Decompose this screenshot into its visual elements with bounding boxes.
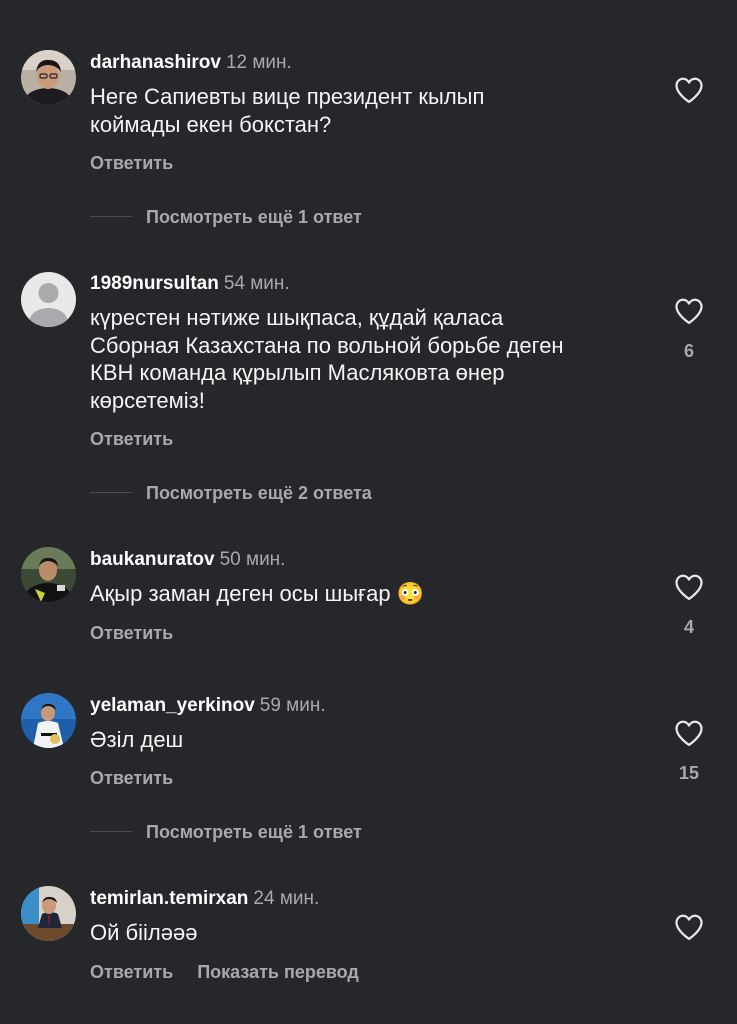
comment-text: Неге Сапиевты вице президент кылып койма… (90, 83, 650, 138)
timestamp: 24 мин. (253, 888, 320, 909)
username[interactable]: 1989nursultan (90, 273, 219, 294)
username[interactable]: temirlan.temirxan (90, 888, 248, 909)
heart-outline-icon[interactable] (674, 297, 704, 325)
default-avatar-icon[interactable] (21, 272, 76, 327)
divider-line (90, 831, 132, 833)
view-more-replies-button[interactable]: Посмотреть ещё 1 ответ (90, 206, 362, 228)
username[interactable]: darhanashirov (90, 52, 221, 73)
comment-header: darhanashirov 12 мин. (90, 51, 292, 75)
like-count: 4 (683, 617, 694, 637)
comment-text: Әзіл деш (90, 726, 650, 754)
like-group: 4 (672, 573, 706, 637)
timestamp: 50 мин. (219, 549, 286, 570)
heart-outline-icon[interactable] (674, 76, 704, 104)
avatar[interactable] (21, 693, 76, 748)
comment-header: yelaman_yerkinov 59 мин. (90, 694, 326, 718)
heart-outline-icon[interactable] (674, 719, 704, 747)
reply-button[interactable]: Ответить (90, 153, 173, 173)
reply-button[interactable]: Ответить (90, 623, 173, 643)
view-more-replies-label: Посмотреть ещё 1 ответ (146, 822, 362, 842)
comment-actions: Ответить (90, 428, 173, 450)
heart-outline-icon[interactable] (674, 573, 704, 601)
comment-text-line: көрсетеміз! (90, 387, 205, 413)
comment-header: baukanuratov 50 мин. (90, 548, 285, 572)
like-group (672, 913, 706, 957)
reply-button[interactable]: Ответить (90, 768, 173, 788)
comment-text-line: Ақыр заман деген осы шығар 😳 (90, 581, 425, 606)
reply-button[interactable]: Ответить (90, 429, 173, 449)
comment-actions: Ответить (90, 622, 173, 644)
comment-text: күрестен нәтиже шықпаса, құдай қаласа Сб… (90, 304, 650, 414)
like-group: 6 (672, 297, 706, 361)
reply-button[interactable]: Ответить (90, 962, 173, 982)
like-count: 6 (683, 341, 694, 361)
comment-text-line: Неге Сапиевты вице президент кылып (90, 84, 485, 109)
divider-line (90, 216, 132, 218)
comment-text-line: Әзіл деш (90, 727, 184, 752)
comment-text-line: күрестен нәтиже шықпаса, құдай қаласа (90, 305, 504, 330)
heart-outline-icon[interactable] (674, 913, 704, 941)
timestamp: 59 мин. (259, 695, 326, 716)
like-group: 15 (672, 719, 706, 783)
timestamp: 12 мин. (225, 52, 292, 73)
comment-text-line: КВН команда құрылып Масляковта өнер (90, 360, 505, 385)
view-more-replies-label: Посмотреть ещё 1 ответ (146, 207, 362, 227)
view-more-replies-label: Посмотреть ещё 2 ответа (146, 483, 372, 503)
avatar[interactable] (21, 50, 76, 105)
comment-text: Ақыр заман деген осы шығар 😳 (90, 580, 650, 608)
avatar[interactable] (21, 886, 76, 941)
comment-text-line: коймады екен бокстан? (90, 111, 332, 137)
like-group (672, 76, 706, 120)
like-count: 15 (678, 763, 700, 783)
comment-text: Ой бііләәә (90, 919, 650, 947)
comment-actions: Ответить Показать перевод (90, 961, 359, 983)
comment-text-line: Сборная Казахстана по вольной борьбе дег… (90, 332, 564, 358)
avatar[interactable] (21, 547, 76, 602)
comment-actions: Ответить (90, 152, 173, 174)
comment-header: 1989nursultan 54 мин. (90, 272, 290, 296)
divider-line (90, 492, 132, 494)
comment-actions: Ответить (90, 767, 173, 789)
view-more-replies-button[interactable]: Посмотреть ещё 1 ответ (90, 821, 362, 843)
view-more-replies-button[interactable]: Посмотреть ещё 2 ответа (90, 482, 372, 504)
comment-header: temirlan.temirxan 24 мин. (90, 887, 319, 911)
timestamp: 54 мин. (223, 273, 290, 294)
username[interactable]: yelaman_yerkinov (90, 695, 255, 716)
username[interactable]: baukanuratov (90, 549, 215, 570)
comment-text-line: Ой бііләәә (90, 920, 198, 945)
show-translation-button[interactable]: Показать перевод (197, 962, 359, 982)
